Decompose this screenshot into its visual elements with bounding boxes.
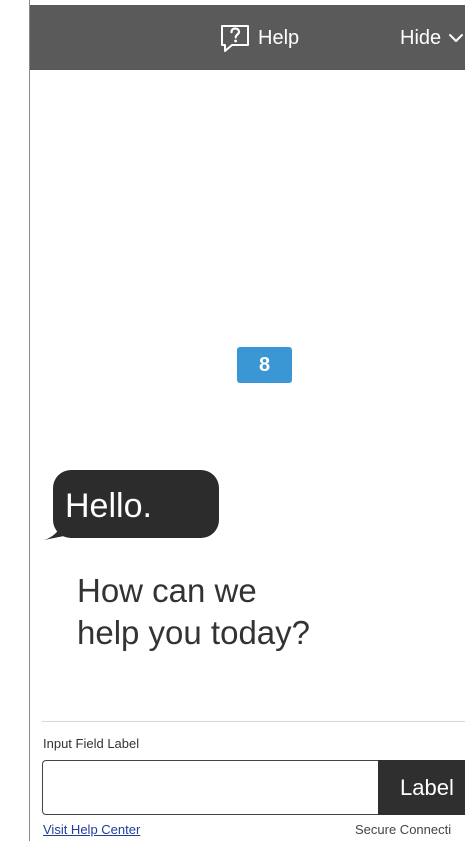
greeting-text: Hello. (65, 487, 152, 525)
connection-status: Secure Connecti (355, 822, 452, 837)
message-input-group: Label (42, 760, 465, 815)
prompt-line-2: help you today? (77, 614, 311, 651)
message-input[interactable] (42, 760, 378, 815)
input-field-label: Input Field Label (43, 736, 140, 751)
left-border (29, 0, 30, 841)
top-bar: Help Hide (30, 5, 465, 70)
unread-count-badge: 8 (237, 347, 292, 383)
hide-button[interactable]: Hide (400, 22, 464, 54)
divider (42, 721, 465, 722)
help-label: Help (258, 27, 300, 49)
hide-label: Hide (400, 27, 442, 49)
chevron-down-icon (449, 34, 464, 42)
help-icon (221, 25, 249, 52)
chat-widget-page: Help Hide 8 Hello. How can we help you t… (0, 0, 465, 841)
help-button[interactable]: Help (220, 22, 299, 54)
chat-prompt: How can we help you today? (77, 570, 407, 654)
greeting-bubble: Hello. (44, 470, 224, 542)
submit-button[interactable]: Label (378, 760, 465, 815)
help-center-link[interactable]: Visit Help Center (43, 822, 140, 838)
prompt-line-1: How can we (77, 572, 257, 609)
